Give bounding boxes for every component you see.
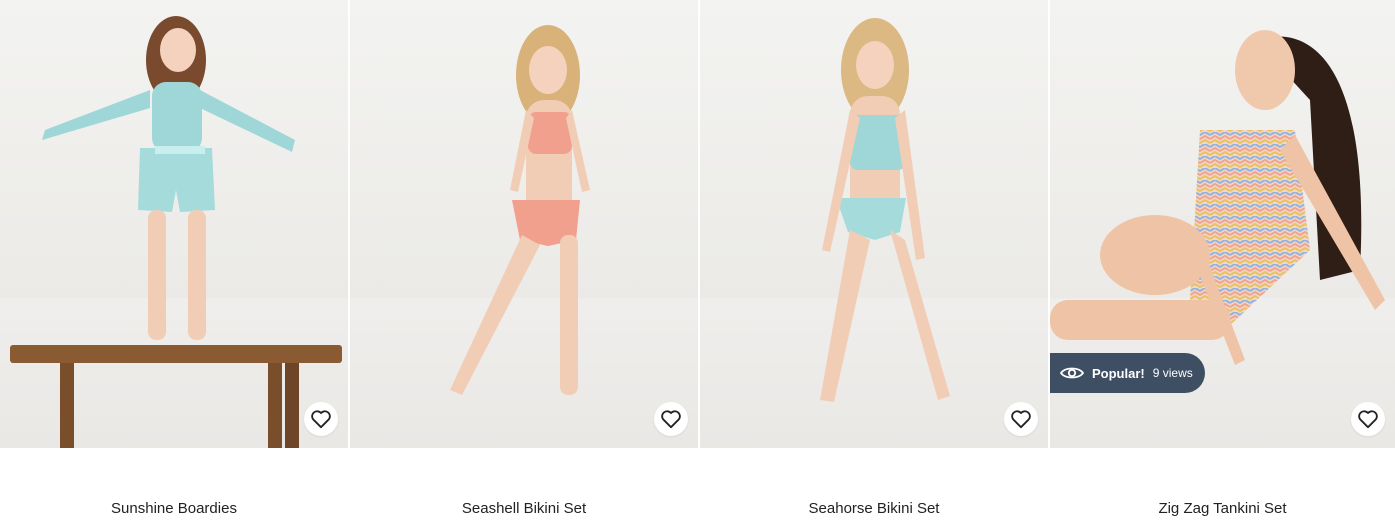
heart-outline-icon	[311, 410, 331, 429]
product-card[interactable]: Sunshine Boardies	[0, 0, 348, 526]
wishlist-button[interactable]	[1351, 402, 1385, 436]
view-count: 9 views	[1152, 366, 1193, 380]
heart-outline-icon	[1358, 410, 1378, 429]
wishlist-button[interactable]	[654, 402, 688, 436]
product-name[interactable]: Seahorse Bikini Set	[700, 500, 1048, 517]
product-name[interactable]: Sunshine Boardies	[0, 500, 348, 517]
model-photo	[10, 16, 342, 448]
model-photo	[450, 25, 590, 395]
model-photo	[820, 18, 950, 402]
product-name[interactable]: Zig Zag Tankini Set	[1050, 500, 1395, 517]
popular-badge: Popular! 9 views	[1050, 353, 1205, 393]
product-card[interactable]: Seahorse Bikini Set	[700, 0, 1048, 526]
product-card[interactable]: Popular! 9 views Zig Zag Tankini Set	[1050, 0, 1395, 526]
product-image[interactable]	[350, 0, 698, 448]
product-name[interactable]: Seashell Bikini Set	[350, 500, 698, 517]
wishlist-button[interactable]	[304, 402, 338, 436]
eye-icon	[1060, 367, 1084, 379]
heart-outline-icon	[661, 410, 681, 429]
wishlist-button[interactable]	[1004, 402, 1038, 436]
product-image[interactable]	[700, 0, 1048, 448]
product-card[interactable]: Seashell Bikini Set	[350, 0, 698, 526]
product-image[interactable]	[0, 0, 348, 448]
popular-label: Popular!	[1092, 365, 1145, 381]
heart-outline-icon	[1011, 410, 1031, 429]
product-grid: Sunshine Boardies Seashell Bikini Set Se…	[0, 0, 1395, 526]
